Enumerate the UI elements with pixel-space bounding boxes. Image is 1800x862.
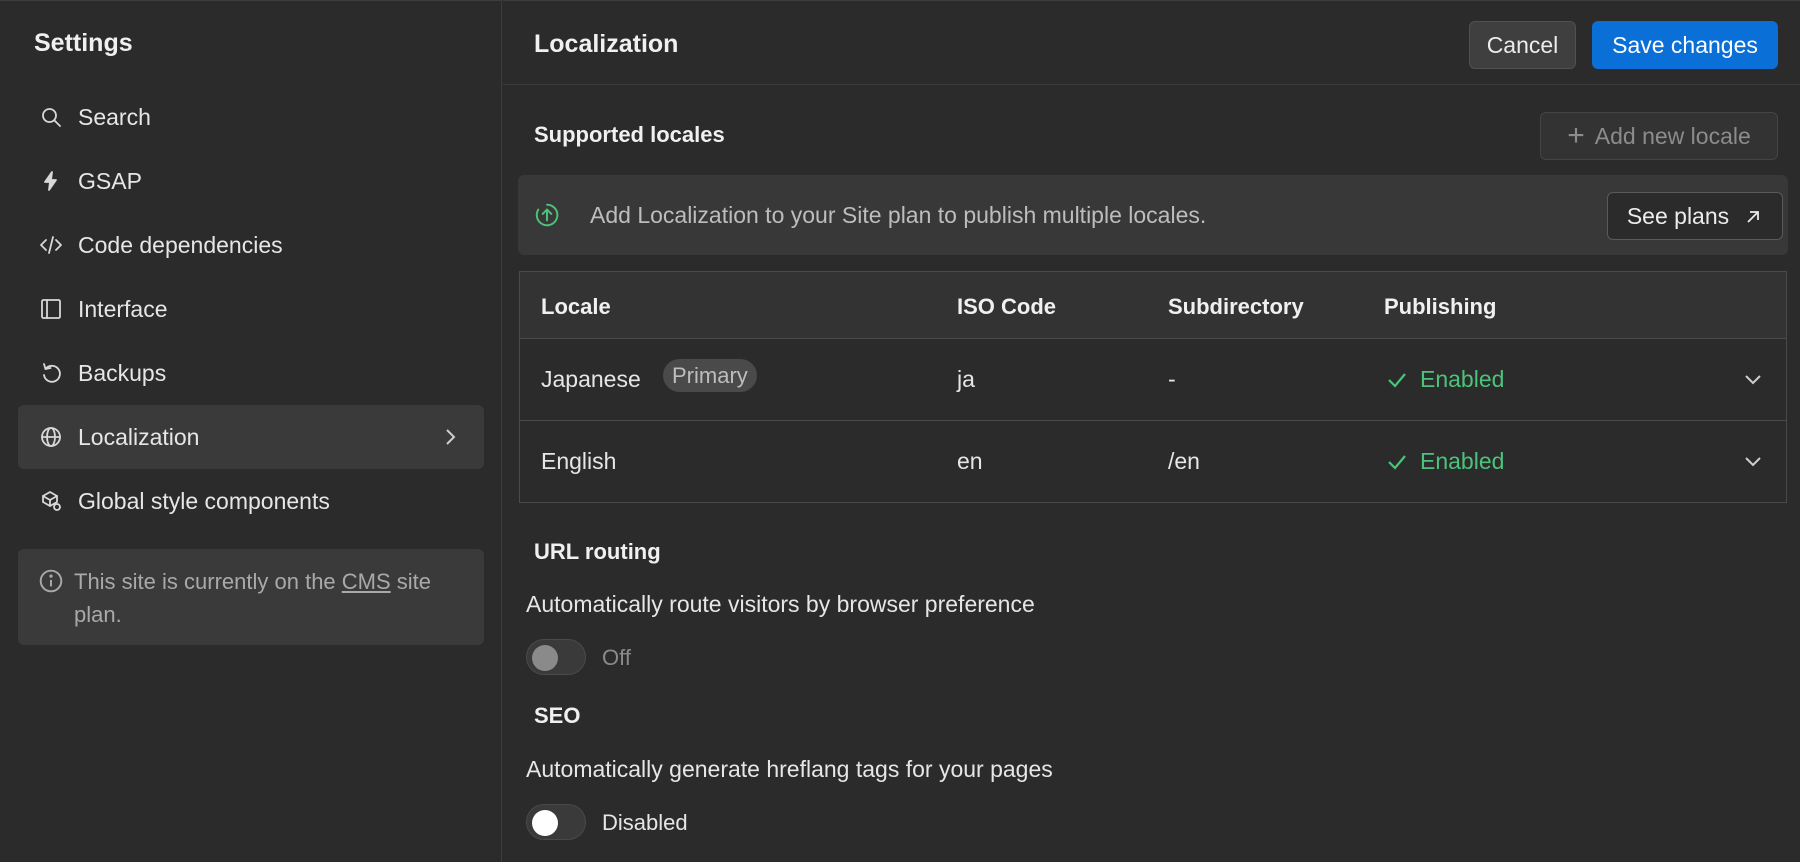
url-routing-title: URL routing bbox=[534, 539, 661, 564]
restore-icon bbox=[38, 360, 64, 386]
chevron-down-icon[interactable] bbox=[1742, 368, 1764, 390]
globe-icon bbox=[38, 424, 64, 450]
column-header-iso-code: ISO Code bbox=[957, 294, 1057, 319]
localization-panel: Localization Cancel Save changes Support… bbox=[503, 0, 1800, 862]
see-plans-label: See plans bbox=[1626, 202, 1730, 229]
publishing-status[interactable]: Enabled bbox=[1386, 448, 1504, 475]
check-icon bbox=[1388, 372, 1406, 388]
sidebar-item-label: Localization bbox=[78, 423, 200, 450]
subdirectory: /en bbox=[1168, 448, 1200, 474]
sidebar-item-localization[interactable]: Localization bbox=[18, 405, 484, 469]
iso-code: ja bbox=[957, 366, 975, 392]
bolt-icon bbox=[38, 168, 64, 194]
hreflang-state: Disabled bbox=[602, 810, 688, 835]
locale-name: English bbox=[541, 448, 617, 474]
sidebar-item-label: Code dependencies bbox=[78, 231, 283, 258]
external-link-icon bbox=[1743, 206, 1763, 226]
add-new-locale-label: Add new locale bbox=[1594, 122, 1751, 149]
sidebar-item-gsap[interactable]: GSAP bbox=[18, 149, 484, 213]
sidebar-item-label: Interface bbox=[78, 295, 168, 322]
supported-locales-title: Supported locales bbox=[534, 122, 725, 147]
column-header-locale: Locale bbox=[541, 294, 611, 319]
panel-header: Localization Cancel Save changes bbox=[503, 1, 1800, 85]
toggle-knob bbox=[532, 645, 558, 671]
table-row[interactable]: English en /en Enabled bbox=[520, 421, 1786, 503]
seo-description: Automatically generate hreflang tags for… bbox=[526, 756, 1053, 782]
url-routing-state: Off bbox=[602, 645, 631, 670]
url-routing-description: Automatically route visitors by browser … bbox=[526, 591, 1035, 617]
publishing-status-label: Enabled bbox=[1420, 366, 1505, 392]
see-plans-button[interactable]: See plans bbox=[1607, 192, 1783, 240]
upgrade-arrow-icon bbox=[534, 202, 560, 228]
chevron-down-icon[interactable] bbox=[1742, 450, 1764, 472]
components-icon bbox=[38, 488, 64, 514]
plan-notice: This site is currently on the CMS site p… bbox=[18, 549, 484, 645]
subdirectory: - bbox=[1168, 366, 1176, 392]
sidebar-item-label: Search bbox=[78, 103, 151, 130]
sidebar-item-label: Backups bbox=[78, 359, 167, 386]
chevron-right-icon bbox=[438, 425, 462, 449]
table-row[interactable]: Japanese Primary ja - Enabled bbox=[520, 339, 1786, 421]
sidebar-item-label: Global style components bbox=[78, 487, 330, 514]
info-icon bbox=[38, 568, 64, 594]
locales-table: Locale ISO Code Subdirectory Publishing … bbox=[519, 271, 1787, 503]
plus-icon: + bbox=[1567, 119, 1585, 152]
table-header: Locale ISO Code Subdirectory Publishing bbox=[520, 272, 1786, 339]
upgrade-banner: Add Localization to your Site plan to pu… bbox=[518, 175, 1788, 255]
check-icon bbox=[1388, 454, 1406, 470]
toggle-knob bbox=[532, 810, 558, 836]
hreflang-toggle[interactable] bbox=[526, 804, 586, 840]
sidebar-item-code-dependencies[interactable]: Code dependencies bbox=[18, 213, 484, 277]
sidebar-item-label: GSAP bbox=[78, 167, 142, 194]
save-changes-button[interactable]: Save changes bbox=[1592, 21, 1778, 69]
sidebar-item-interface[interactable]: Interface bbox=[18, 277, 484, 341]
sidebar-item-search[interactable]: Search bbox=[18, 85, 484, 149]
sidebar-nav: Search GSAP Code dependencies Interface … bbox=[18, 85, 484, 533]
publishing-status[interactable]: Enabled bbox=[1386, 366, 1504, 393]
url-routing-toggle[interactable] bbox=[526, 639, 586, 675]
layout-icon bbox=[38, 296, 64, 322]
column-header-subdirectory: Subdirectory bbox=[1168, 294, 1304, 319]
plan-link[interactable]: CMS bbox=[342, 569, 391, 594]
sidebar-item-global-style-components[interactable]: Global style components bbox=[18, 469, 484, 533]
primary-badge: Primary bbox=[663, 359, 757, 392]
sidebar-title: Settings bbox=[34, 29, 133, 57]
seo-title: SEO bbox=[534, 703, 581, 728]
add-new-locale-button[interactable]: + Add new locale bbox=[1540, 112, 1778, 160]
plan-notice-prefix: This site is currently on the bbox=[74, 569, 342, 594]
publishing-status-label: Enabled bbox=[1420, 448, 1505, 474]
upgrade-banner-text: Add Localization to your Site plan to pu… bbox=[590, 202, 1207, 228]
settings-sidebar: Settings Search GSAP Code dependencies I… bbox=[0, 0, 502, 862]
iso-code: en bbox=[957, 448, 983, 474]
column-header-publishing: Publishing bbox=[1384, 294, 1497, 319]
search-icon bbox=[38, 104, 64, 130]
cancel-button[interactable]: Cancel bbox=[1469, 21, 1576, 69]
page-title: Localization bbox=[534, 30, 679, 58]
locale-name: Japanese bbox=[541, 366, 641, 392]
sidebar-item-backups[interactable]: Backups bbox=[18, 341, 484, 405]
code-icon bbox=[38, 232, 64, 258]
